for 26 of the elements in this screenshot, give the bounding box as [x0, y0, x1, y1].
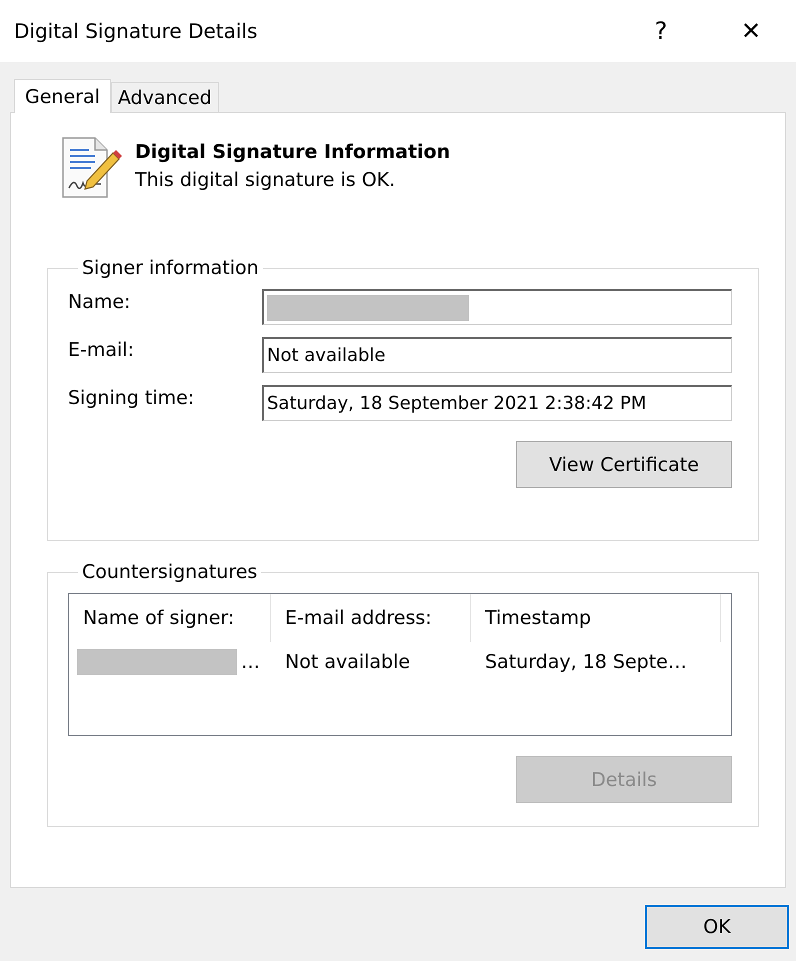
tab[interactable]: General [14, 79, 111, 113]
view-certificate-button[interactable]: View Certificate [516, 441, 732, 488]
ok-button[interactable]: OK [645, 905, 789, 949]
help-button[interactable]: ? [616, 0, 706, 62]
tab[interactable]: Advanced [110, 82, 219, 112]
close-button[interactable]: ✕ [706, 0, 796, 62]
column-header[interactable]: E-mail address: [271, 594, 471, 642]
column-header[interactable]: Name of signer: [69, 594, 271, 642]
text-field[interactable] [262, 289, 732, 325]
group-title: Signer information [81, 257, 260, 279]
text-field[interactable]: Not available [262, 337, 732, 373]
column-header[interactable]: Timestamp [471, 594, 721, 642]
status-text: This digital signature is OK. [135, 169, 396, 191]
field-value: Not available [267, 345, 386, 366]
field-label: Name: [68, 290, 132, 313]
document-pen-icon [61, 135, 123, 199]
field-label: Signing time: [68, 386, 196, 409]
window-title: Digital Signature Details [14, 19, 258, 43]
table-cell: Saturday, 18 Septe… [485, 651, 687, 673]
group-title: Countersignatures [81, 561, 258, 583]
heading: Digital Signature Information [135, 141, 450, 163]
table-cell: Not available [285, 651, 410, 673]
field-label: E-mail: [68, 338, 135, 361]
text-field[interactable]: Saturday, 18 September 2021 2:38:42 PM [262, 385, 732, 421]
field-value: Saturday, 18 September 2021 2:38:42 PM [267, 393, 646, 414]
table-cell: … [241, 651, 260, 673]
